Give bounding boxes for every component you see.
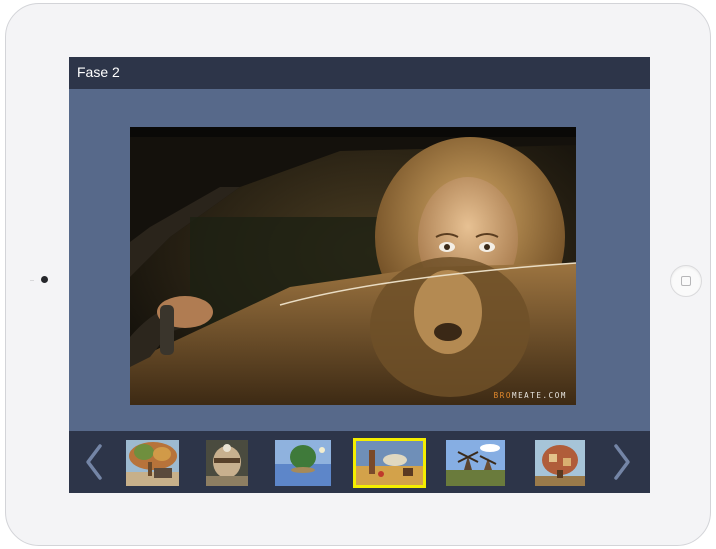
app-screen: Fase 2 BROMEATE.COM bbox=[69, 57, 650, 493]
next-button[interactable] bbox=[611, 443, 633, 481]
thumbnail-tree-truck[interactable] bbox=[126, 440, 179, 486]
sensor bbox=[30, 280, 34, 281]
thumbnail-dali-desert[interactable] bbox=[353, 438, 426, 488]
thumbnail-surreal-head[interactable] bbox=[206, 440, 248, 486]
camera-icon bbox=[41, 276, 48, 283]
previous-button[interactable] bbox=[83, 443, 105, 481]
page-title: Fase 2 bbox=[77, 64, 120, 80]
thumbnail-strip bbox=[69, 431, 650, 493]
main-photo bbox=[130, 127, 576, 405]
chevron-left-icon bbox=[86, 444, 102, 480]
watermark: BROMEATE.COM bbox=[494, 391, 567, 400]
thumbnail-house-tree[interactable] bbox=[535, 440, 585, 486]
chevron-right-icon bbox=[614, 444, 630, 480]
home-square-icon bbox=[681, 276, 691, 286]
thumbnail-floating-tree[interactable] bbox=[275, 440, 331, 486]
thumbnail-windmills[interactable] bbox=[446, 440, 505, 486]
main-image: BROMEATE.COM bbox=[130, 127, 576, 405]
watermark-text: MEATE.COM bbox=[511, 391, 567, 400]
watermark-accent: BRO bbox=[493, 391, 512, 400]
home-button[interactable] bbox=[670, 265, 702, 297]
title-bar: Fase 2 bbox=[69, 57, 650, 89]
